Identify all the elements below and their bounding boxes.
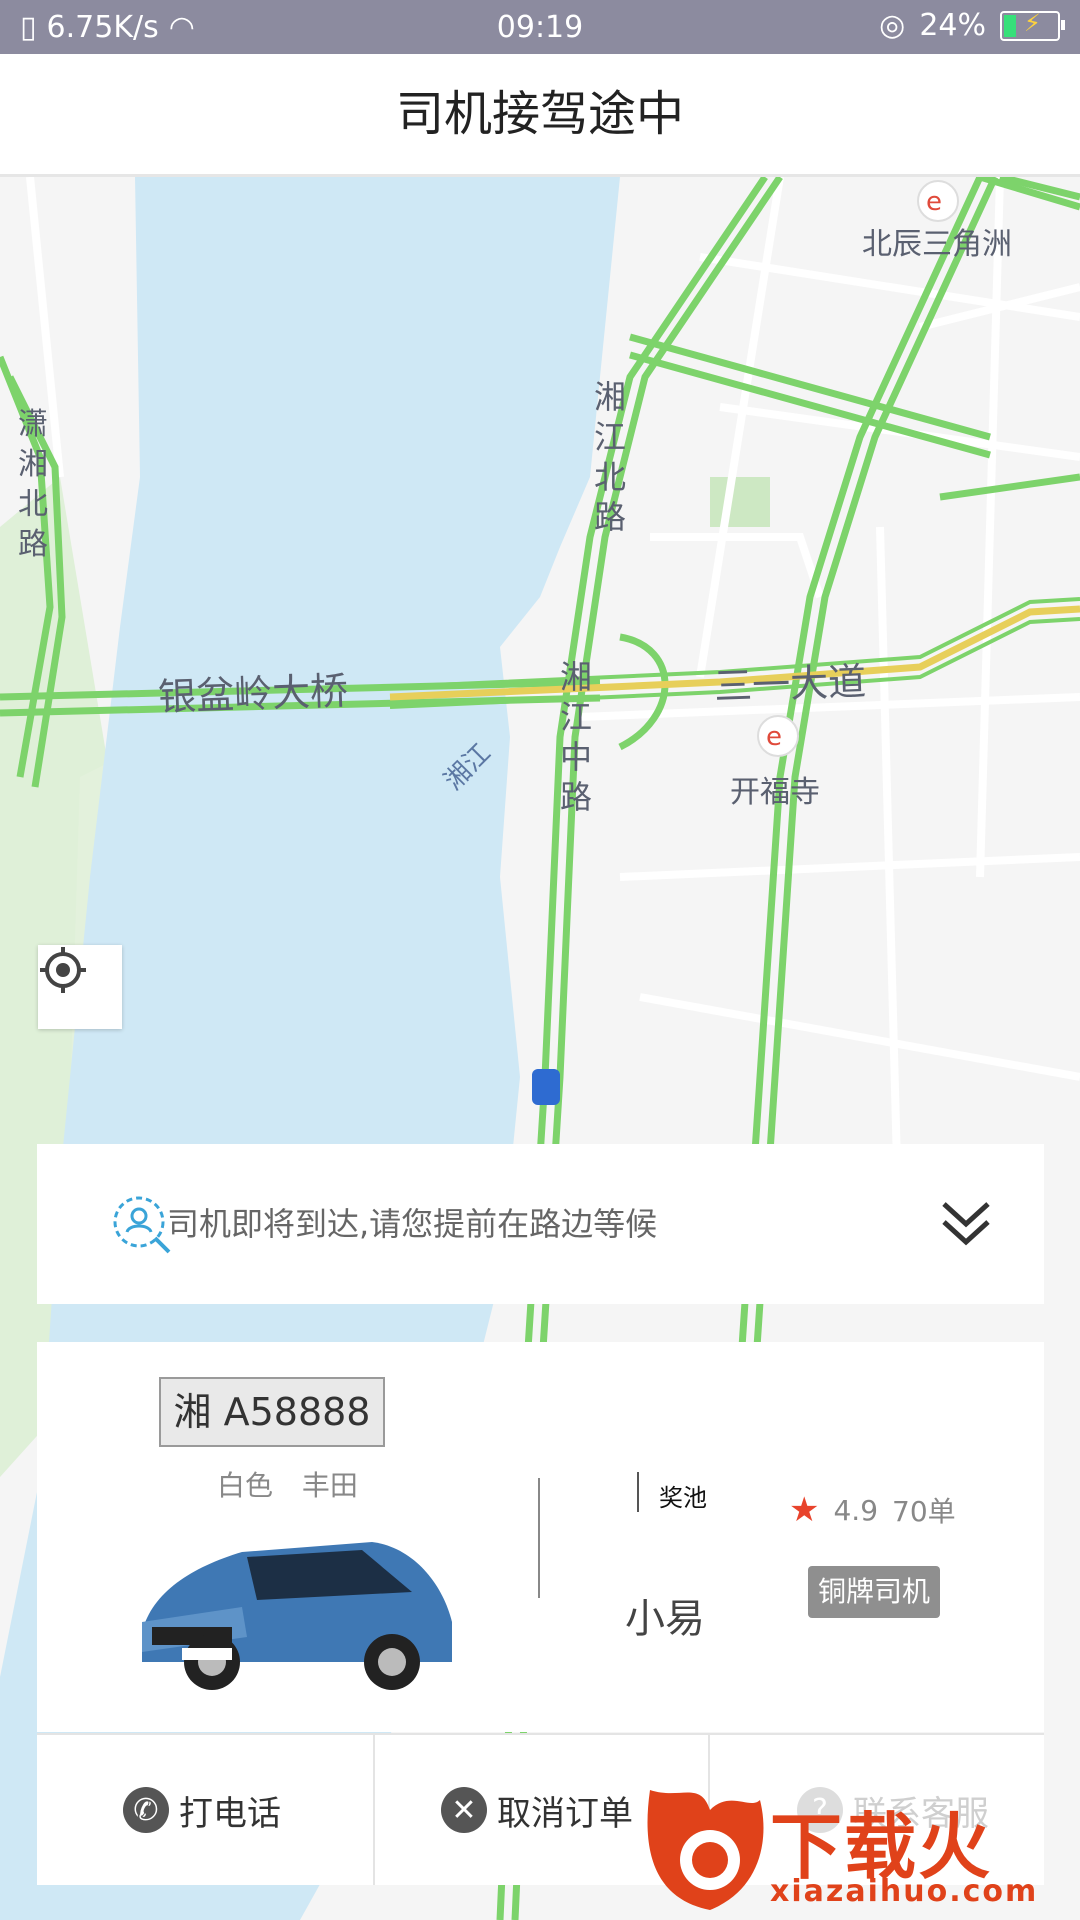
map-label-xiangjiang-north: 湘江北路 [594, 378, 627, 536]
location-icon: ◎ [879, 8, 906, 43]
rating-value: 4.9 [833, 1493, 879, 1527]
star-icon: ★ [789, 1490, 820, 1530]
map-label-kaifusi: 开福寺 [730, 775, 820, 810]
pool-divider [637, 1472, 639, 1512]
locate-me-button[interactable] [38, 945, 122, 1029]
map-label-xiaoxiang: 潇湘北路 [18, 407, 48, 562]
watermark-logo-icon [647, 1790, 764, 1910]
map-label-sanyi: 三一大道 [713, 659, 867, 709]
car-color: 白色 [217, 1469, 274, 1502]
driver-badge: 铜牌司机 [808, 1566, 940, 1618]
call-label: 打电话 [179, 1793, 281, 1834]
pool-label: 奖池 [659, 1484, 707, 1512]
close-icon: ✕ [441, 1787, 487, 1833]
svg-text:e: e [766, 722, 782, 752]
license-plate: 湘 A58888 [159, 1377, 385, 1447]
map-label-xiangjiang-mid: 湘江中路 [560, 658, 593, 816]
driver-card: 湘 A58888 白色 丰田 奖池 小易 ★ 4.9 70单 铜牌司机 [37, 1342, 1044, 1732]
page-title: 司机接驾途中 [0, 54, 1080, 177]
car-description: 白色 丰田 [217, 1464, 358, 1504]
collapse-chevron-icon[interactable] [940, 1198, 992, 1250]
order-count: 70单 [892, 1495, 956, 1528]
phone-icon: ✆ [123, 1787, 169, 1833]
cancel-label: 取消订单 [497, 1793, 633, 1834]
car-image [142, 1542, 452, 1690]
notice-text: 司机即将到达,请您提前在路边等候 [167, 1205, 658, 1243]
map-label-yinpenling: 银盆岭大桥 [157, 668, 349, 720]
battery-percent: 24% [919, 8, 986, 43]
card-divider [538, 1478, 540, 1598]
watermark-url: xiazaihuo.com [770, 1874, 1039, 1909]
driver-rating: ★ 4.9 70单 [789, 1490, 956, 1530]
watermark: 下载火 xiazaihuo.com [640, 1780, 1080, 1920]
action-separator [373, 1735, 375, 1885]
battery-icon: ⚡ [1000, 9, 1065, 41]
svg-text:e: e [926, 187, 942, 217]
cancel-order-button[interactable]: ✕ 取消订单 [441, 1735, 633, 1885]
map-label-beichen: 北辰三角洲 [862, 227, 1012, 262]
call-button[interactable]: ✆ 打电话 [123, 1735, 281, 1885]
driver-name: 小易 [625, 1596, 705, 1642]
car-brand: 丰田 [301, 1469, 358, 1502]
arrival-notice: 司机即将到达,请您提前在路边等候 [37, 1144, 1044, 1304]
crosshair-icon [40, 947, 86, 993]
battery-fill [1004, 14, 1016, 37]
status-bar: ▯ 6.75K/s ◠ 09:19 ◎ 24% ⚡ [0, 0, 1080, 54]
